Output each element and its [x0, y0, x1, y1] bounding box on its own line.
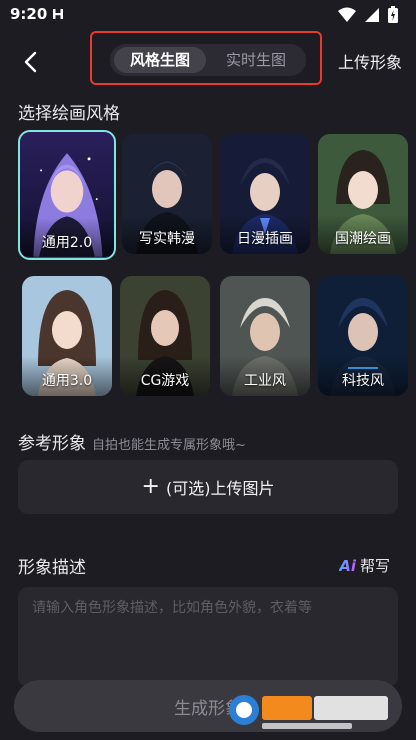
style-section-title: 选择绘画风格	[18, 104, 120, 124]
ai-write-button[interactable]: Ai 帮写	[339, 555, 390, 576]
status-time: 9:20	[10, 5, 48, 23]
upload-avatar-link[interactable]: 上传形象	[338, 49, 402, 73]
style-label: 工业风	[244, 373, 286, 389]
back-icon[interactable]	[18, 50, 46, 74]
description-section-title: 形象描述	[18, 558, 86, 578]
battery-icon	[388, 6, 398, 23]
ai-write-label: 帮写	[359, 557, 390, 575]
mode-segmented-control: 风格生图 实时生图	[110, 44, 306, 76]
style-card-general-2[interactable]: 通用2.0	[18, 130, 116, 260]
style-label: 国潮绘画	[335, 231, 391, 247]
style-label: 日漫插画	[237, 231, 293, 247]
status-bar: 9:20	[0, 0, 416, 30]
style-label: 科技风	[342, 373, 384, 389]
reference-title: 参考形象	[18, 434, 86, 454]
signal-icon	[365, 7, 379, 22]
style-card-guochao-painting[interactable]: 国潮绘画	[318, 134, 408, 254]
style-label: 通用3.0	[41, 373, 93, 389]
style-label: 写实韩漫	[139, 231, 195, 247]
reference-hint: 自拍也能生成专属形象哦~	[92, 438, 246, 453]
style-card-cg-game[interactable]: CG游戏	[120, 276, 210, 396]
upload-image-button[interactable]: + (可选)上传图片	[18, 460, 398, 514]
upload-image-label: (可选)上传图片	[165, 479, 275, 498]
ai-icon: Ai	[339, 556, 356, 575]
reference-section-title: 参考形象 自拍也能生成专属形象哦~	[18, 429, 246, 454]
style-card-general-3[interactable]: 通用3.0	[22, 276, 112, 396]
style-card-industrial[interactable]: 工业风	[220, 276, 310, 396]
style-label: CG游戏	[140, 373, 190, 389]
style-card-anime-illustration[interactable]: 日漫插画	[220, 134, 310, 254]
notification-h-icon	[53, 9, 63, 19]
style-label: 通用2.0	[41, 235, 93, 251]
style-card-realistic-manhwa[interactable]: 写实韩漫	[122, 134, 212, 254]
style-card-tech[interactable]: 科技风	[318, 276, 408, 396]
site-watermark-logo	[229, 695, 388, 729]
tab-style-generation[interactable]: 风格生图	[114, 47, 206, 73]
plus-icon: +	[141, 474, 160, 499]
tab-realtime-generation[interactable]: 实时生图	[210, 47, 302, 73]
wifi-icon	[338, 7, 356, 22]
description-input[interactable]	[18, 587, 398, 687]
